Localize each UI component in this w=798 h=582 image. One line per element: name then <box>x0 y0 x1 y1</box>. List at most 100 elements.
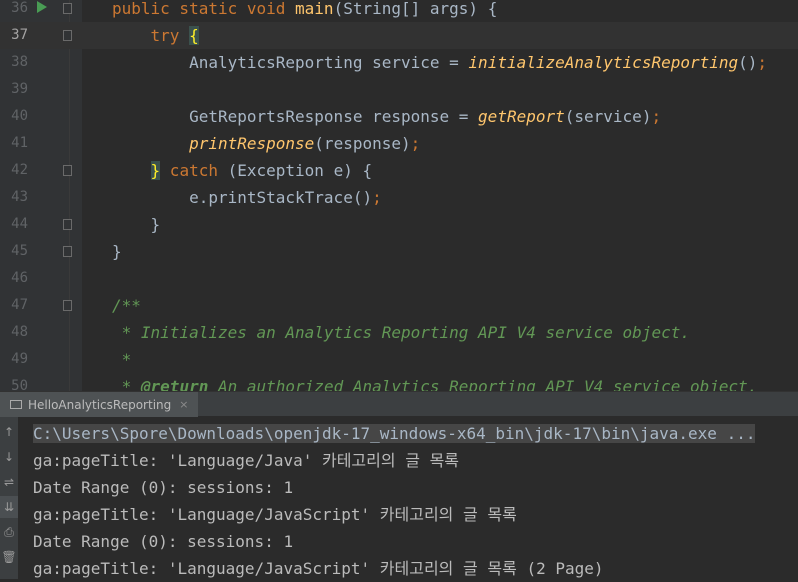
code-token: { <box>189 26 199 45</box>
run-toolbar: ↑ ↓ ⇌ ⇊ ⎙ 🗑 <box>0 417 18 579</box>
code-editor[interactable]: 36 public static void main(String[] args)… <box>0 0 798 391</box>
code-text: GetReportsResponse response = getReport(… <box>112 103 661 130</box>
fold-marker-icon[interactable] <box>63 219 72 230</box>
code-token: AnalyticsReporting service = <box>112 53 469 72</box>
code-token: initializeAnalyticsReporting <box>468 53 739 72</box>
code-token: (service) <box>564 107 652 126</box>
code-line[interactable]: 45} <box>0 238 798 265</box>
code-text: try { <box>112 22 199 49</box>
up-arrow-icon[interactable]: ↑ <box>0 421 18 443</box>
code-token: /** <box>112 296 141 315</box>
code-token: (String[] args) { <box>333 0 498 18</box>
scroll-to-end-icon[interactable]: ⇊ <box>0 496 18 518</box>
code-token: An authorized Analytics Reporting API V4… <box>208 377 758 391</box>
code-token: catch <box>160 161 228 180</box>
line-number: 49 <box>11 351 28 367</box>
fold-marker-icon[interactable] <box>63 30 72 41</box>
console-line: ga:pageTitle: 'Language/JavaScript' 카테고리… <box>33 501 517 528</box>
line-number: 37 <box>11 27 28 43</box>
print-icon[interactable]: ⎙ <box>0 521 18 543</box>
line-number: 36 <box>11 0 28 16</box>
code-text: * Initializes an Analytics Reporting API… <box>112 319 690 346</box>
code-token: getReport <box>478 107 565 126</box>
code-line[interactable]: 40 GetReportsResponse response = getRepo… <box>0 103 798 130</box>
code-token: () <box>738 53 758 72</box>
close-icon[interactable]: × <box>179 398 188 411</box>
code-token: ; <box>372 188 382 207</box>
code-token: } <box>150 161 161 180</box>
line-number: 50 <box>11 378 28 391</box>
code-line[interactable]: 37 try { <box>0 22 798 49</box>
line-number: 47 <box>11 297 28 313</box>
code-token: * <box>112 377 141 391</box>
line-number: 48 <box>11 324 28 340</box>
code-text: } <box>112 211 161 238</box>
line-number: 41 <box>11 135 28 151</box>
line-number: 46 <box>11 270 28 286</box>
code-token: try <box>150 26 190 45</box>
code-text: } catch (Exception e) { <box>112 157 372 184</box>
line-number: 43 <box>11 189 28 205</box>
fold-marker-icon[interactable] <box>63 165 72 176</box>
run-gutter-icon[interactable] <box>37 1 47 13</box>
down-arrow-icon[interactable]: ↓ <box>0 446 18 468</box>
code-token: main <box>295 0 334 18</box>
line-number: 42 <box>11 162 28 178</box>
console-line: C:\Users\Spore\Downloads\openjdk-17_wind… <box>33 420 756 447</box>
line-number: 45 <box>11 243 28 259</box>
trash-icon[interactable]: 🗑 <box>0 546 18 568</box>
run-console[interactable]: C:\Users\Spore\Downloads\openjdk-17_wind… <box>0 417 798 579</box>
code-text: AnalyticsReporting service = initializeA… <box>112 49 767 76</box>
code-token: GetReportsResponse response = <box>112 107 479 126</box>
code-text: /** <box>112 292 141 319</box>
code-token: ; <box>410 134 421 153</box>
line-number: 40 <box>11 108 28 124</box>
code-line[interactable]: 49 * <box>0 346 798 373</box>
code-line[interactable]: 48 * Initializes an Analytics Reporting … <box>0 319 798 346</box>
console-output-line: ga:pageTitle: 'Language/JavaScript' 카테고리… <box>33 505 517 524</box>
code-line[interactable]: 43 e.printStackTrace(); <box>0 184 798 211</box>
run-tab-label: HelloAnalyticsReporting <box>28 397 172 412</box>
code-line[interactable]: 46 <box>0 265 798 292</box>
run-panel-header: HelloAnalyticsReporting × <box>0 391 798 417</box>
code-token: } <box>112 215 161 234</box>
console-line: ga:pageTitle: 'Language/Java' 카테고리의 글 목록 <box>33 447 459 474</box>
code-token: printResponse <box>189 134 315 153</box>
line-number: 44 <box>11 216 28 232</box>
code-line[interactable]: 44 } <box>0 211 798 238</box>
fold-marker-icon[interactable] <box>63 300 72 311</box>
line-number: 39 <box>11 81 28 97</box>
console-output-line: ga:pageTitle: 'Language/Java' 카테고리의 글 목록 <box>33 451 460 470</box>
code-text: public static void main(String[] args) { <box>112 0 497 22</box>
code-token: ; <box>757 53 768 72</box>
code-line[interactable]: 36 public static void main(String[] args)… <box>0 0 798 22</box>
code-text: } <box>112 238 122 265</box>
code-line[interactable]: 39 <box>0 76 798 103</box>
console-line: Date Range (0): sessions: 1 <box>33 474 293 501</box>
console-output-line: Date Range (0): sessions: 1 <box>33 532 294 551</box>
console-output-line: ga:pageTitle: 'Language/JavaScript' 카테고리… <box>33 559 604 578</box>
code-line[interactable]: 41 printResponse(response); <box>0 130 798 157</box>
code-token: ; <box>651 107 662 126</box>
soft-wrap-icon[interactable]: ⇌ <box>0 471 18 493</box>
code-line[interactable]: 38 AnalyticsReporting service = initiali… <box>0 49 798 76</box>
code-text: printResponse(response); <box>112 130 420 157</box>
code-token: * <box>112 350 132 369</box>
fold-marker-icon[interactable] <box>63 246 72 257</box>
console-line: Date Range (0): sessions: 1 <box>33 528 293 555</box>
console-output-line: Date Range (0): sessions: 1 <box>33 478 294 497</box>
code-line[interactable]: 42 } catch (Exception e) { <box>0 157 798 184</box>
fold-marker-icon[interactable] <box>63 3 72 14</box>
code-token: (response) <box>314 134 411 153</box>
console-icon <box>10 400 22 409</box>
line-number: 38 <box>11 54 28 70</box>
code-line[interactable]: 47 /** <box>0 292 798 319</box>
code-token: e.printStackTrace() <box>112 188 373 207</box>
code-token: * Initializes an Analytics Reporting API… <box>112 323 690 342</box>
code-token: } <box>112 242 122 261</box>
run-tab[interactable]: HelloAnalyticsReporting × <box>0 392 199 417</box>
console-line: ga:pageTitle: 'Language/JavaScript' 카테고리… <box>33 555 604 582</box>
code-line[interactable]: 50 * @return An authorized Analytics Rep… <box>0 373 798 391</box>
